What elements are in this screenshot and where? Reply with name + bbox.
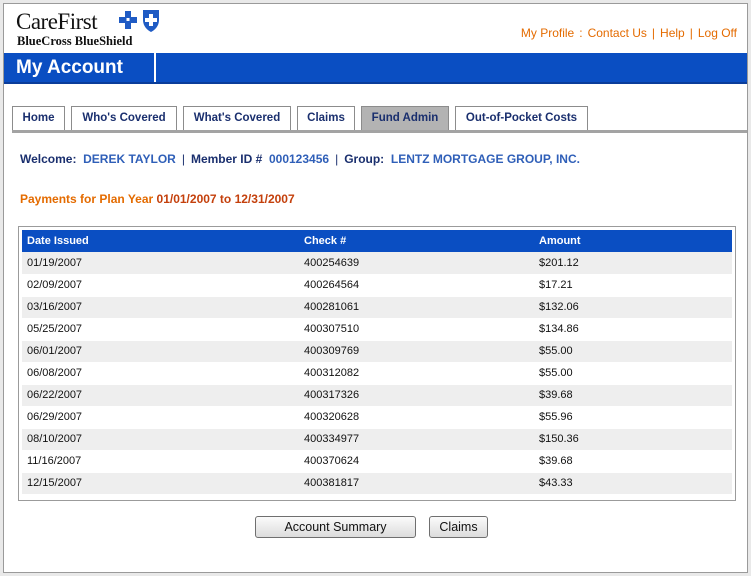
tab-whos-covered[interactable]: Who's Covered (71, 106, 177, 130)
column-header-check-number: Check # (299, 230, 534, 252)
cell-check-number: 400309769 (299, 340, 534, 363)
plan-year-range: 01/01/2007 to 12/31/2007 (156, 192, 295, 206)
utility-links: My Profile: Contact Us | Help | Log Off (521, 26, 737, 40)
payments-table-container: Date Issued Check # Amount 01/19/2007 400… (18, 226, 736, 501)
cell-amount: $17.21 (534, 274, 732, 297)
table-row: 08/10/2007 400334977 $150.36 (22, 428, 732, 451)
cell-check-number: 400334977 (299, 428, 534, 451)
cell-date-issued: 12/15/2007 (22, 472, 299, 495)
welcome-label: Welcome: (20, 152, 77, 166)
separator: | (181, 152, 185, 166)
cell-amount: $55.00 (534, 340, 732, 363)
section-banner: My Account (4, 53, 747, 84)
table-header-row: Date Issued Check # Amount (22, 230, 732, 252)
help-link[interactable]: Help (660, 26, 685, 40)
table-row: 06/29/2007 400320628 $55.96 (22, 406, 732, 429)
cell-date-issued: 08/10/2007 (22, 428, 299, 451)
member-info: Welcome: DEREK TAYLOR | Member ID # 000123… (20, 152, 580, 166)
logo-subtitle: BlueCross BlueShield (17, 34, 133, 48)
cell-amount: $150.36 (534, 428, 732, 451)
tab-out-of-pocket-costs[interactable]: Out-of-Pocket Costs (455, 106, 588, 130)
cell-check-number: 400254639 (299, 252, 534, 275)
log-off-link[interactable]: Log Off (698, 26, 737, 40)
my-profile-link[interactable]: My Profile (521, 26, 574, 40)
table-row: 01/19/2007 400254639 $201.12 (22, 252, 732, 275)
cell-check-number: 400264564 (299, 274, 534, 297)
separator: | (689, 26, 693, 40)
cell-check-number: 400320628 (299, 406, 534, 429)
table-row: 02/09/2007 400264564 $17.21 (22, 274, 732, 297)
logo-wordmark: CareFirst (16, 9, 98, 34)
cell-check-number: 400312082 (299, 362, 534, 385)
group-label: Group: (344, 152, 385, 166)
group-name: LENTZ MORTGAGE GROUP, INC. (390, 152, 580, 166)
cell-check-number: 400281061 (299, 296, 534, 319)
table-row: 12/15/2007 400381817 $43.33 (22, 472, 732, 495)
cell-date-issued: 03/16/2007 (22, 296, 299, 319)
tab-claims[interactable]: Claims (297, 106, 355, 130)
member-id-label: Member ID # (190, 152, 263, 166)
cell-amount: $55.00 (534, 362, 732, 385)
cell-amount: $39.68 (534, 450, 732, 473)
bluecross-blueshield-icon (119, 10, 159, 32)
cell-amount: $39.68 (534, 384, 732, 407)
cell-date-issued: 05/25/2007 (22, 318, 299, 341)
table-row: 03/16/2007 400281061 $132.06 (22, 296, 732, 319)
cell-date-issued: 06/01/2007 (22, 340, 299, 363)
tab-bar-divider (12, 130, 747, 133)
table-row: 06/08/2007 400312082 $55.00 (22, 362, 732, 385)
table-row: 05/25/2007 400307510 $134.86 (22, 318, 732, 341)
table-row: 11/16/2007 400370624 $39.68 (22, 450, 732, 473)
cell-amount: $201.12 (534, 252, 732, 275)
payments-table: Date Issued Check # Amount 01/19/2007 400… (22, 230, 732, 495)
cell-check-number: 400307510 (299, 318, 534, 341)
plan-year-prefix: Payments for Plan Year (20, 192, 154, 206)
table-row: 06/22/2007 400317326 $39.68 (22, 384, 732, 407)
separator: | (651, 26, 656, 40)
account-summary-button[interactable]: Account Summary (255, 516, 416, 538)
column-header-amount: Amount (534, 230, 732, 252)
banner-underline (4, 82, 747, 84)
cell-amount: $132.06 (534, 296, 732, 319)
table-row: 06/01/2007 400309769 $55.00 (22, 340, 732, 363)
contact-us-link[interactable]: Contact Us (588, 26, 647, 40)
tab-whats-covered[interactable]: What's Covered (183, 106, 291, 130)
cell-date-issued: 06/22/2007 (22, 384, 299, 407)
plan-year-heading: Payments for Plan Year 01/01/2007 to 12/… (20, 192, 295, 206)
cell-date-issued: 01/19/2007 (22, 252, 299, 275)
cell-check-number: 400381817 (299, 472, 534, 495)
claims-button[interactable]: Claims (429, 516, 488, 538)
cell-date-issued: 06/29/2007 (22, 406, 299, 429)
cell-amount: $43.33 (534, 472, 732, 495)
member-name: DEREK TAYLOR (83, 152, 176, 166)
cell-amount: $55.96 (534, 406, 732, 429)
carefirst-logo: CareFirst BlueCross BlueShield (16, 9, 166, 49)
column-header-date-issued: Date Issued (22, 230, 299, 252)
separator: | (335, 152, 339, 166)
page-title: My Account (16, 57, 123, 78)
banner-title-box: My Account (4, 53, 156, 84)
cell-date-issued: 06/08/2007 (22, 362, 299, 385)
member-id: 000123456 (268, 152, 330, 166)
cell-check-number: 400317326 (299, 384, 534, 407)
tab-fund-admin[interactable]: Fund Admin (361, 106, 449, 130)
cell-amount: $134.86 (534, 318, 732, 341)
page-frame: CareFirst BlueCross BlueShield My Profil… (3, 3, 748, 573)
tab-home[interactable]: Home (12, 106, 65, 130)
separator: : (579, 26, 583, 40)
cell-date-issued: 11/16/2007 (22, 450, 299, 473)
cell-check-number: 400370624 (299, 450, 534, 473)
cell-date-issued: 02/09/2007 (22, 274, 299, 297)
